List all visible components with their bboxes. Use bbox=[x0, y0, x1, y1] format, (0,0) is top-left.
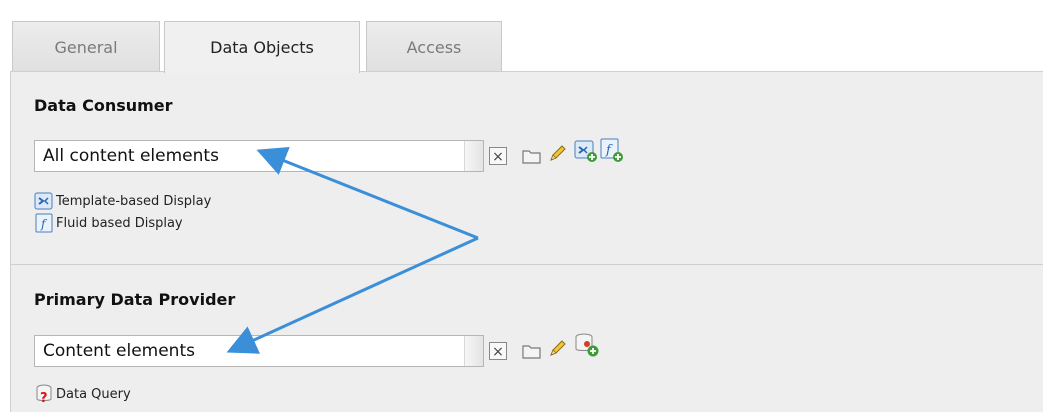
primary-data-provider-select-value: Content elements bbox=[43, 341, 195, 361]
tab-access[interactable]: Access bbox=[366, 21, 502, 72]
primary-data-provider-section: Primary Data Provider Content elements × bbox=[10, 264, 1043, 412]
folder-icon[interactable] bbox=[521, 146, 541, 166]
clear-icon[interactable]: × bbox=[489, 342, 507, 360]
tab-general[interactable]: General bbox=[12, 21, 160, 72]
primary-data-provider-title: Primary Data Provider bbox=[34, 290, 236, 309]
svg-text:?: ? bbox=[40, 391, 48, 405]
wizard-label: Data Query bbox=[56, 386, 131, 402]
wizard-fluid-based-display[interactable]: f Fluid based Display bbox=[34, 212, 211, 234]
data-consumer-select[interactable]: All content elements bbox=[34, 140, 484, 172]
add-fluid-display-icon[interactable]: f bbox=[599, 136, 625, 164]
consumer-wizard-list: Template-based Display f Fluid based Dis… bbox=[34, 190, 211, 234]
provider-wizard-list: ? Data Query bbox=[34, 383, 131, 405]
clear-icon[interactable]: × bbox=[489, 147, 507, 165]
edit-pencil-icon[interactable] bbox=[547, 337, 567, 357]
primary-data-provider-select[interactable]: Content elements bbox=[34, 335, 484, 367]
data-consumer-section: Data Consumer All content elements × f T… bbox=[10, 71, 1043, 264]
wizard-template-based-display[interactable]: Template-based Display bbox=[34, 190, 211, 212]
data-query-icon: ? bbox=[36, 384, 52, 405]
folder-icon[interactable] bbox=[521, 341, 541, 361]
wizard-label: Fluid based Display bbox=[56, 215, 183, 231]
select-resize-handle[interactable] bbox=[464, 141, 483, 171]
add-data-query-icon[interactable] bbox=[573, 331, 601, 359]
tab-data-objects[interactable]: Data Objects bbox=[164, 21, 360, 73]
data-consumer-select-value: All content elements bbox=[43, 146, 219, 166]
edit-pencil-icon[interactable] bbox=[547, 142, 567, 162]
wizard-data-query[interactable]: ? Data Query bbox=[34, 383, 131, 405]
add-template-display-icon[interactable] bbox=[573, 138, 599, 164]
select-resize-handle[interactable] bbox=[464, 336, 483, 366]
data-consumer-title: Data Consumer bbox=[34, 96, 173, 115]
template-display-icon bbox=[34, 192, 53, 210]
fluid-display-icon: f bbox=[35, 213, 53, 233]
tab-bar: General Data Objects Access bbox=[0, 0, 1043, 73]
wizard-label: Template-based Display bbox=[56, 193, 212, 209]
